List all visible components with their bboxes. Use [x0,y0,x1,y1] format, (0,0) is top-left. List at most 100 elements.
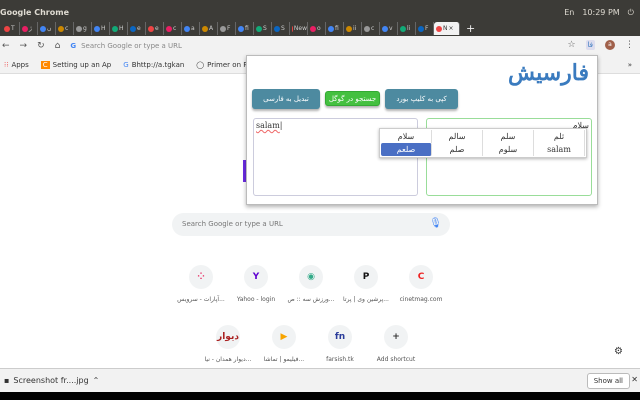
shortcut-tile[interactable]: Y Yahoo - login [231,265,281,303]
bookmarks-overflow-icon[interactable]: » [628,61,632,69]
tab-favicon-icon [292,25,293,32]
browser-tab[interactable]: H [92,22,110,35]
reload-icon[interactable]: ↻ [37,41,45,51]
browser-tab[interactable]: New [290,22,308,35]
shortcut-tile[interactable]: fn farsish.tk [315,325,365,363]
suggestion-item[interactable]: salam [534,143,585,156]
shortcut-tile[interactable]: + Add shortcut [371,325,421,363]
browser-tab[interactable]: fi [236,22,254,35]
avatar[interactable]: a [605,40,615,50]
tab-favicon-icon [94,25,100,32]
browser-tab[interactable]: N × [434,22,460,35]
tab-label: c [65,25,69,32]
shortcut-tile[interactable]: ◉ ورزش سه :: ص... [286,265,336,303]
omnibox[interactable]: G Search Google or type a URL [70,42,182,50]
tab-label: fi [245,25,249,32]
browser-tab[interactable]: c [362,22,380,35]
shortcuts-row: دیوار دیوار همدان - نیا... ▶ فیلیمو | تماشا… [203,325,421,363]
tab-label: N [443,25,448,32]
browser-tab[interactable]: S [272,22,290,35]
browser-tab[interactable]: ں [38,22,56,35]
shortcut-label: دیوار همدان - نیا... [204,356,252,363]
bookmark-item[interactable]: G Bhttp://a.tgkan [123,61,184,69]
browser-tab[interactable]: ii [344,22,362,35]
browser-tab[interactable]: A [200,22,218,35]
browser-tab[interactable]: S [254,22,272,35]
clock[interactable]: 10:29 PM [582,8,619,18]
new-tab-button[interactable]: + [466,22,475,35]
download-item[interactable]: Screenshot fr....jpg [13,376,88,385]
suggestion-item[interactable]: سالم [432,130,483,143]
download-menu-icon[interactable]: ⌃ [93,376,100,385]
tab-favicon-icon [58,25,64,32]
shortcut-label: Yahoo - login [236,296,276,303]
tab-favicon-icon [400,25,406,32]
back-icon[interactable]: ← [2,41,10,51]
apps-icon: ⁝⁝ [4,60,9,69]
shortcut-tile[interactable]: دیوار دیوار همدان - نیا... [203,325,253,363]
shortcut-tile[interactable]: P پرشین وی | پرتا... [341,265,391,303]
shortcut-favicon-icon: Y [244,265,268,289]
tab-label: T [11,25,15,32]
suggestion-item[interactable]: صلم [432,143,483,156]
microphone-icon[interactable]: 🎙 [429,218,442,229]
tab-label: o [317,25,321,32]
tab-label: e [155,25,159,32]
shortcut-favicon-icon: ◉ [299,265,323,289]
close-tab-icon[interactable]: × [449,25,454,32]
suggestion-item[interactable]: ثلم [534,130,585,143]
browser-tab[interactable]: c [56,22,74,35]
browser-tab[interactable]: F [218,22,236,35]
google-search-input[interactable]: Search Google or type a URL 🎙 [172,213,450,236]
suggestion-item[interactable]: صلعم [381,143,432,156]
menu-icon[interactable]: ⋮ [625,40,634,50]
shortcut-tile[interactable]: ▶ فیلیمو | تماشا... [259,325,309,363]
star-icon[interactable]: ☆ [567,40,575,50]
suggestion-item[interactable]: سلوم [483,143,534,156]
bookmark-item[interactable]: C Setting up an Ap [40,60,111,69]
browser-toolbar: ← → ↻ ⌂ G Search Google or type a URL ☆ ف… [0,36,640,56]
browser-tab[interactable]: F [416,22,434,35]
bookmark-apps[interactable]: ⁝⁝ Apps [4,61,29,69]
browser-tab[interactable]: e [146,22,164,35]
suggestion-item[interactable]: سلام [381,130,432,143]
browser-tab[interactable]: v [380,22,398,35]
shortcut-tile[interactable]: ⁘ آپارات - سرویس... [176,265,226,303]
browser-tab[interactable]: li [398,22,416,35]
customize-gear-icon[interactable]: ⚙ [614,346,623,357]
power-icon[interactable]: ⏻ [628,8,634,18]
shortcut-tile[interactable]: Ccinetmag.com [396,265,446,303]
keyboard-indicator[interactable]: En [564,8,574,18]
browser-tab[interactable]: ژ [20,22,38,35]
tab-label: a [191,25,195,32]
farsish-extension-icon[interactable]: فا [585,40,595,50]
close-download-bar-icon[interactable]: ✕ [631,375,638,384]
forward-icon[interactable]: → [20,41,28,51]
browser-tab[interactable]: c [164,22,182,35]
suggestion-item[interactable]: سلم [483,130,534,143]
tab-label: c [371,25,375,32]
tab-favicon-icon [112,25,118,32]
tab-favicon-icon [166,25,172,32]
browser-tab[interactable]: a [182,22,200,35]
google-search-button[interactable]: جستجو در گوگل [325,91,380,106]
tab-favicon-icon [130,25,136,32]
tab-favicon-icon [274,25,280,32]
show-all-button[interactable]: Show all [586,373,630,389]
tab-favicon-icon [148,25,154,32]
copy-to-clipboard-button[interactable]: کپی به کلیپ بورد [385,89,458,109]
screen-bottom [0,392,640,400]
convert-to-farsi-button[interactable]: تبدیل به فارسی [252,89,320,109]
tab-favicon-icon [310,25,316,32]
google-icon: G [123,60,129,69]
tab-label: F [425,25,429,32]
home-icon[interactable]: ⌂ [55,41,61,51]
browser-tab[interactable]: fi [326,22,344,35]
browser-tab[interactable]: T [2,22,20,35]
browser-tab[interactable]: H [110,22,128,35]
tab-label: New [293,25,307,32]
farsish-popup: فارسیش تبدیل به فارسی جستجو در گوگل کپی … [246,55,598,205]
browser-tab[interactable]: o [308,22,326,35]
browser-tab[interactable]: g [74,22,92,35]
browser-tab[interactable]: e [128,22,146,35]
